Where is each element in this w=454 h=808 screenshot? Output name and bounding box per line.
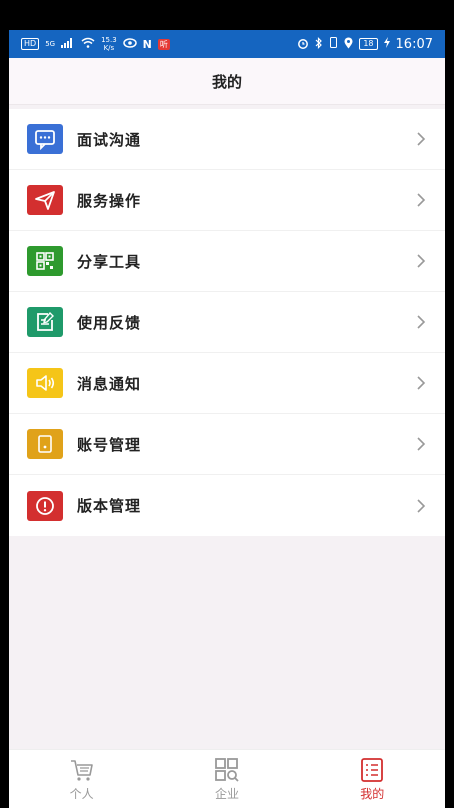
speaker-icon [27,368,63,398]
menu-item-label: 使用反馈 [77,313,142,332]
feedback-icon [27,307,63,337]
chat-icon [27,124,63,154]
alarm-icon [297,37,309,52]
hd-icon: HD [21,38,40,50]
battery-icon: 18 [359,38,378,50]
nav-tab-personal[interactable]: 个人 [32,757,132,802]
nfc-icon: N [142,37,152,51]
chevron-right-icon [417,376,426,390]
menu-item-label: 消息通知 [77,374,142,393]
chevron-right-icon [417,132,426,146]
chevron-right-icon [417,437,426,451]
charging-icon [383,37,390,51]
bottom-nav: 个人 企业 我的 [9,749,445,808]
nav-tab-mine[interactable]: 我的 [322,757,422,802]
cart-icon [70,759,93,781]
menu-item-notifications[interactable]: 消息通知 [9,353,445,414]
chevron-right-icon [417,193,426,207]
menu-item-label: 版本管理 [77,497,142,515]
tablet-icon [27,429,63,459]
chevron-right-icon [417,315,426,329]
status-time: 16:07 [395,36,433,52]
list-icon [361,757,384,782]
speed-value: 15.3 [101,36,117,44]
location-icon [344,37,353,52]
status-bar: HD 5G 15.3 K/s N 听 18 16:07 [9,30,445,58]
grid-search-icon [215,757,239,782]
network-speed: 15.3 K/s [101,36,117,52]
menu-item-label: 账号管理 [77,435,142,454]
menu-item-label: 面试沟通 [77,130,142,149]
page-title: 我的 [211,72,242,91]
menu-item-version[interactable]: 版本管理 [9,475,445,536]
chevron-right-icon [417,254,426,268]
page-header: 我的 [9,58,445,105]
speed-unit: K/s [103,44,115,52]
alert-icon [27,490,63,521]
qr-code-icon [27,246,63,276]
menu-item-account[interactable]: 账号管理 [9,414,445,475]
app-screen: HD 5G 15.3 K/s N 听 18 16:07 我的 面试沟通 服务操作… [9,30,445,808]
network-type: 5G [45,40,56,48]
nav-label: 企业 [214,786,239,801]
nav-label: 我的 [360,786,385,801]
menu-item-service[interactable]: 服务操作 [9,170,445,231]
menu-list: 面试沟通 服务操作 分享工具 使用反馈 消息通知 账号管理 版本管理 [9,109,445,536]
menu-item-feedback[interactable]: 使用反馈 [9,292,445,353]
menu-item-share[interactable]: 分享工具 [9,231,445,292]
app-badge-icon: 听 [157,38,170,50]
menu-item-label: 分享工具 [77,252,142,271]
vibrate-icon [329,37,338,51]
signal-icon [61,37,75,51]
chevron-right-icon [417,498,426,513]
bluetooth-icon [315,36,323,52]
eye-icon [122,37,137,51]
nav-label: 个人 [69,786,94,801]
send-icon [27,185,63,215]
menu-item-interview[interactable]: 面试沟通 [9,109,445,170]
wifi-icon [81,37,95,51]
nav-tab-enterprise[interactable]: 企业 [177,757,277,802]
menu-item-label: 服务操作 [77,191,142,210]
